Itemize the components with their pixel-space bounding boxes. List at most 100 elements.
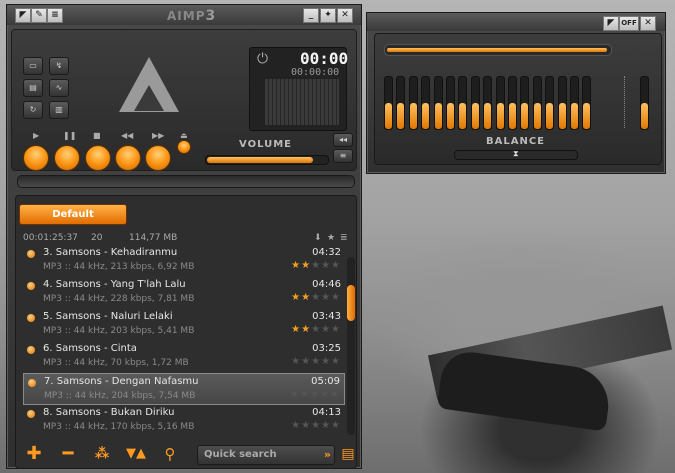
track-bullet-icon <box>27 282 35 290</box>
eq-band-fill <box>484 103 492 129</box>
eq-band-slider[interactable] <box>545 76 555 130</box>
rating-stars[interactable]: ★★★★★ <box>291 292 341 303</box>
app-version: 3 <box>205 8 217 24</box>
stop-icon: ■ <box>93 131 101 140</box>
eq-band-slider[interactable] <box>570 76 579 130</box>
time-display[interactable]: 00:00 <box>300 49 348 68</box>
eq-band-fill <box>434 103 442 129</box>
eq-band-fill <box>558 103 566 129</box>
find-icon[interactable]: ⚲ <box>159 443 181 465</box>
eq-band-fill <box>641 103 648 129</box>
eq-band-slider[interactable] <box>446 76 455 130</box>
track-duration: 03:43 <box>312 311 341 322</box>
list-item[interactable]: 3. Samsons - Kehadiranmu 04:32 MP3 :: 44… <box>23 245 345 277</box>
eq-band-fill <box>496 103 504 129</box>
tab-default[interactable]: Default <box>19 204 127 225</box>
list-item[interactable]: 8. Samsons - Bukan Diriku 04:13 MP3 :: 4… <box>23 405 345 437</box>
track-duration: 03:25 <box>312 343 341 354</box>
list-item[interactable]: 4. Samsons - Yang T'lah Lalu 04:46 MP3 :… <box>23 277 345 309</box>
power-icon[interactable]: ⏻ <box>257 51 268 67</box>
sort-icon[interactable]: ▼▲ <box>125 443 147 465</box>
eq-band-slider[interactable] <box>470 76 480 130</box>
mute-button[interactable]: ◂◂ <box>333 133 353 147</box>
eq-band-slider[interactable] <box>557 76 567 130</box>
spectrum-visualizer[interactable] <box>265 79 339 125</box>
select-icon[interactable]: ⁂ <box>91 443 113 465</box>
menu-icon[interactable]: ◤ <box>15 8 31 23</box>
minimize-tray-icon[interactable]: ≡ <box>47 8 63 23</box>
scrollbar-thumb[interactable] <box>347 285 355 321</box>
rating-stars[interactable]: ★★★★★ <box>291 356 341 367</box>
eq-band-slider[interactable] <box>421 76 431 130</box>
search-box[interactable]: Quick search » <box>197 445 335 465</box>
previous-button[interactable] <box>115 145 141 171</box>
wrench-icon[interactable]: ✎ <box>31 8 47 23</box>
add-icon[interactable]: ✚ <box>23 443 45 465</box>
preamp-slider[interactable] <box>384 44 612 56</box>
playlist-toggle[interactable]: ≡ <box>333 149 353 163</box>
eq-band-slider[interactable] <box>396 76 406 130</box>
eq-band-slider[interactable] <box>458 76 468 130</box>
close-button[interactable]: ✕ <box>337 8 353 23</box>
search-go-icon[interactable]: » <box>324 448 331 461</box>
playlist-file-icon[interactable]: ▤ <box>337 443 359 465</box>
eq-band-slider[interactable] <box>640 76 649 130</box>
track-duration: 05:09 <box>311 376 340 387</box>
eq-band-slider[interactable] <box>384 76 393 130</box>
copy-toggle[interactable]: ▤ <box>23 79 43 97</box>
seek-bar[interactable] <box>17 175 355 188</box>
time-total: 00:00:00 <box>291 67 340 78</box>
remove-icon[interactable]: ━ <box>57 443 79 465</box>
volume-slider[interactable] <box>205 155 329 165</box>
rating-stars[interactable]: ★★★★★ <box>290 389 340 400</box>
playlist-scrollbar[interactable] <box>347 257 355 435</box>
track-info: MP3 :: 44 kHz, 213 kbps, 6,92 MB <box>43 262 195 272</box>
eq-scale <box>624 76 631 128</box>
eq-band-slider[interactable] <box>483 76 493 130</box>
list-item[interactable]: 5. Samsons - Naluri Lelaki 03:43 MP3 :: … <box>23 309 345 341</box>
eq-band-slider[interactable] <box>433 76 443 130</box>
eq-band-slider[interactable] <box>532 76 542 130</box>
stop-button[interactable] <box>85 145 111 171</box>
repeat-toggle[interactable]: ▭ <box>23 57 43 75</box>
star-icon[interactable]: ★ <box>327 233 335 243</box>
refresh-toggle[interactable]: ↻ <box>23 101 43 119</box>
search-input[interactable]: Quick search <box>204 449 277 460</box>
eq-title-bar[interactable]: ◤ OFF ✕ <box>367 13 665 31</box>
pause-button[interactable] <box>54 145 80 171</box>
eq-band-slider[interactable] <box>582 76 592 130</box>
track-info: MP3 :: 44 kHz, 70 kbps, 1,72 MB <box>43 358 189 368</box>
rating-stars[interactable]: ★★★★★ <box>291 324 341 335</box>
eq-band-slider[interactable] <box>495 76 505 130</box>
rating-stars[interactable]: ★★★★★ <box>291 260 341 271</box>
eq-toggle[interactable]: ▥ <box>49 101 69 119</box>
eq-band-slider[interactable] <box>508 76 517 130</box>
eq-off-button[interactable]: OFF <box>619 16 639 31</box>
eq-close-button[interactable]: ✕ <box>640 16 656 31</box>
eq-band-slider[interactable] <box>520 76 530 130</box>
eq-menu-icon[interactable]: ◤ <box>603 16 619 31</box>
eq-band-slider[interactable] <box>408 76 418 130</box>
pin-button[interactable]: ✦ <box>320 8 336 23</box>
balance-slider[interactable]: ⧗ <box>454 149 578 160</box>
track-bullet-icon <box>27 314 35 322</box>
eq-band-fill <box>471 103 479 129</box>
player-window: ◤ ✎ ≡ AIMP3 _ ✦ ✕ ▭ ↯ ▤ ∿ ↻ ▥ ⏻ 00:00 00… <box>6 4 362 469</box>
list-item[interactable]: 6. Samsons - Cinta 03:25 MP3 :: 44 kHz, … <box>23 341 345 373</box>
play-button[interactable] <box>23 145 49 171</box>
title-bar[interactable]: ◤ ✎ ≡ AIMP3 _ ✦ ✕ <box>7 5 361 25</box>
list-item-selected[interactable]: 7. Samsons - Dengan Nafasmu 05:09 MP3 ::… <box>23 373 345 405</box>
track-title: 8. Samsons - Bukan Diriku <box>43 407 175 418</box>
rating-stars[interactable]: ★★★★★ <box>291 420 341 431</box>
open-button[interactable] <box>177 140 191 154</box>
track-info: MP3 :: 44 kHz, 228 kbps, 7,81 MB <box>43 294 195 304</box>
track-list: 3. Samsons - Kehadiranmu 04:32 MP3 :: 44… <box>23 245 345 437</box>
wave-toggle[interactable]: ∿ <box>49 79 69 97</box>
minimize-button[interactable]: _ <box>303 8 319 23</box>
balance-handle[interactable]: ⧗ <box>513 149 519 159</box>
download-icon[interactable]: ⬇ <box>314 233 322 243</box>
next-icon: ▶▶ <box>152 131 165 140</box>
next-button[interactable] <box>145 145 171 171</box>
list-menu-icon[interactable]: ≣ <box>340 233 348 243</box>
shuffle-toggle[interactable]: ↯ <box>49 57 69 75</box>
